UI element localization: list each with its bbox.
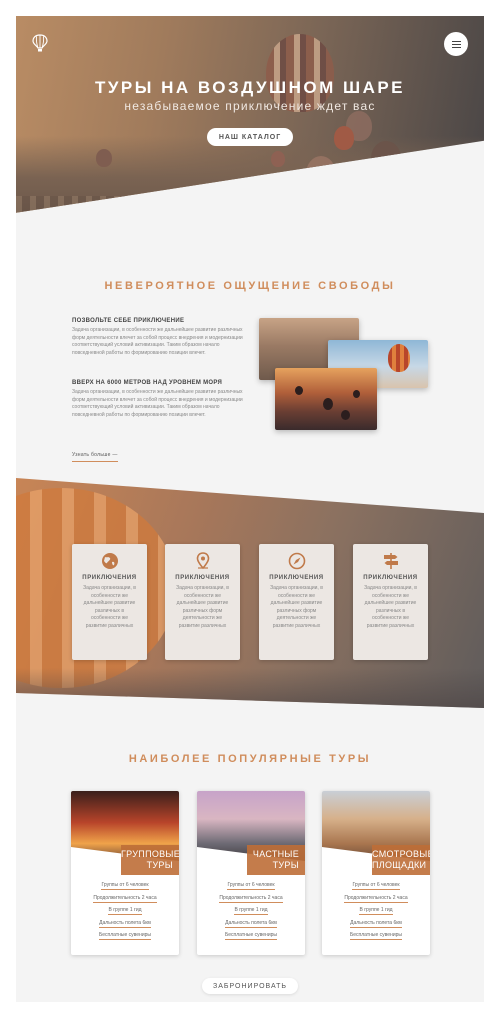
balloon-shape (341, 410, 350, 420)
compass-icon (288, 552, 305, 570)
learn-more-link[interactable]: Узнать больше — (72, 452, 118, 462)
feature-text: Задача организации, в особенности же дал… (83, 585, 136, 629)
tour-tag-line: ТУРЫ (272, 860, 299, 870)
catalog-button[interactable]: НАШ КАТАЛОГ (207, 128, 293, 146)
freedom-block: ВВЕРХ НА 6000 МЕТРОВ НАД УРОВНЕМ МОРЯ За… (72, 380, 244, 419)
hero-balloon (334, 126, 354, 150)
feature-card[interactable]: ПРИКЛЮЧЕНИЯ Задача организации, в особен… (72, 544, 147, 660)
tour-detail: В группе 1 гид (234, 907, 268, 915)
tour-card-group[interactable]: ГРУППОВЫЕ ТУРЫ Группы от 6 человек Продо… (71, 791, 179, 955)
feature-title: ПРИКЛЮЧЕНИЯ (269, 575, 324, 581)
tour-detail: Бесплатные сувениры (99, 932, 151, 940)
tour-tag-line: ПЛОЩАДКИ (372, 860, 427, 870)
landing-page: ТУРЫ НА ВОЗДУШНОМ ШАРЕ незабываемое прик… (16, 16, 484, 1002)
globe-icon (101, 553, 118, 569)
tour-detail: Группы от 6 человек (101, 882, 149, 890)
tour-details-list: Группы от 6 человек Продолжительность 2 … (197, 881, 305, 944)
book-button[interactable]: ЗАБРОНИРОВАТЬ (202, 978, 298, 994)
tour-details-list: Группы от 6 человек Продолжительность 2 … (322, 881, 430, 944)
tour-detail: Дальность полета 6км (99, 919, 151, 928)
tour-tag-line: ЧАСТНЫЕ (252, 849, 299, 859)
hero-balloon (371, 141, 401, 175)
hot-air-balloon-icon[interactable] (32, 34, 48, 52)
feature-text: Задача организации, в особенности же дал… (364, 585, 417, 629)
hamburger-menu-button[interactable] (444, 32, 468, 56)
balloon-shape (295, 386, 303, 395)
freedom-section-title: НЕВЕРОЯТНОЕ ОЩУЩЕНИЕ СВОБОДЫ (104, 280, 396, 292)
hero-rock-formations (16, 196, 484, 213)
hero-balloon (411, 166, 431, 188)
hero-subtitle: незабываемое приключение ждет вас (124, 99, 376, 113)
tour-detail: В группе 1 гид (359, 907, 393, 915)
tour-detail: В группе 1 гид (108, 907, 142, 915)
tour-tag: СМОТРОВЫЕ ПЛОЩАДКИ (372, 845, 430, 875)
tour-detail: Продолжительность 2 часа (219, 894, 283, 903)
freedom-block-text: Задача организации, в особенности же дал… (72, 389, 243, 418)
hero-title: ТУРЫ НА ВОЗДУШНОМ ШАРЕ (94, 78, 406, 97)
tour-detail: Группы от 6 человек (227, 882, 275, 890)
tour-detail: Дальность полета 6км (350, 919, 402, 928)
tour-detail: Продолжительность 2 часа (344, 894, 408, 903)
feature-title: ПРИКЛЮЧЕНИЯ (82, 575, 137, 581)
freedom-block-heading: ВВЕРХ НА 6000 МЕТРОВ НАД УРОВНЕМ МОРЯ (72, 380, 223, 386)
feature-text: Задача организации, в особенности же дал… (176, 585, 229, 629)
balloon-shape (323, 398, 333, 410)
map-pin-icon (196, 552, 209, 570)
tour-tag-line: СМОТРОВЫЕ (372, 849, 430, 859)
feature-card[interactable]: ПРИКЛЮЧЕНИЯ Задача организации, в особен… (353, 544, 428, 660)
hero-balloon (306, 156, 336, 192)
tour-details-list: Группы от 6 человек Продолжительность 2 … (71, 881, 179, 944)
tour-tag: ГРУППОВЫЕ ТУРЫ (121, 845, 179, 875)
feature-text: Задача организации, в особенности же дал… (270, 585, 323, 629)
popular-tours-title: НАИБОЛЕЕ ПОПУЛЯРНЫЕ ТУРЫ (128, 753, 372, 765)
feature-title: ПРИКЛЮЧЕНИЯ (363, 575, 418, 581)
signpost-icon (383, 553, 398, 569)
band-ground (16, 668, 484, 708)
balloon-shape (388, 344, 410, 372)
tour-detail: Дальность полета 6км (225, 919, 277, 928)
hero-balloon (271, 151, 285, 167)
balloon-shape (353, 390, 360, 398)
hamburger-menu-icon (451, 43, 461, 45)
freedom-block-text: Задача организации, в особенности же дал… (72, 327, 243, 356)
feature-card[interactable]: ПРИКЛЮЧЕНИЯ Задача организации, в особен… (165, 544, 240, 660)
tour-tag-line: ГРУППОВЫЕ (121, 849, 179, 859)
hero-section: ТУРЫ НА ВОЗДУШНОМ ШАРЕ незабываемое прик… (16, 16, 484, 213)
feature-card[interactable]: ПРИКЛЮЧЕНИЯ Задача организации, в особен… (259, 544, 334, 660)
sunset-balloons-photo (275, 368, 377, 430)
tour-detail: Бесплатные сувениры (225, 932, 277, 940)
tour-detail: Группы от 6 человек (352, 882, 400, 890)
freedom-block-heading: ПОЗВОЛЬТЕ СЕБЕ ПРИКЛЮЧЕНИЕ (72, 318, 185, 324)
tour-card-private[interactable]: ЧАСТНЫЕ ТУРЫ Группы от 6 человек Продолж… (197, 791, 305, 955)
feature-title: ПРИКЛЮЧЕНИЯ (175, 575, 230, 581)
tour-tag-line: ТУРЫ (146, 860, 173, 870)
tour-detail: Бесплатные сувениры (350, 932, 402, 940)
tour-card-viewpoints[interactable]: СМОТРОВЫЕ ПЛОЩАДКИ Группы от 6 человек П… (322, 791, 430, 955)
tour-detail: Продолжительность 2 часа (93, 894, 157, 903)
tour-tag: ЧАСТНЫЕ ТУРЫ (247, 845, 305, 875)
hero-balloon (96, 149, 112, 167)
freedom-block: ПОЗВОЛЬТЕ СЕБЕ ПРИКЛЮЧЕНИЕ Задача органи… (72, 318, 244, 357)
